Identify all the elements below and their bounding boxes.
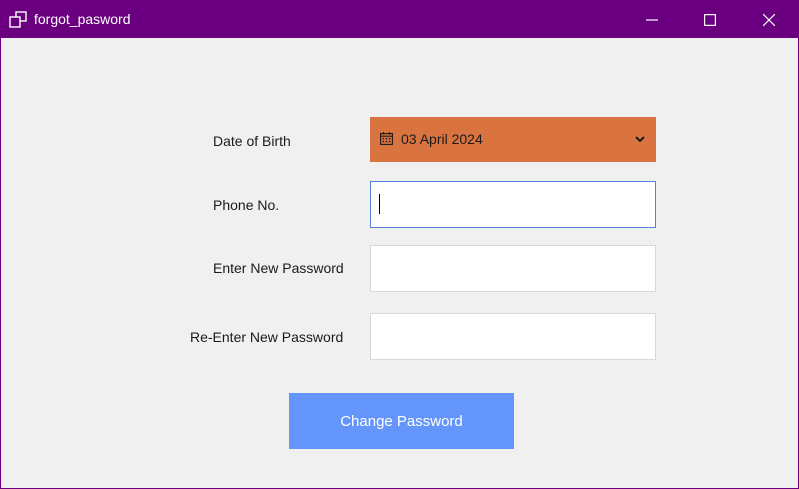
- reenter-password-input[interactable]: [370, 313, 656, 360]
- phone-label: Phone No.: [213, 197, 280, 213]
- new-password-label: Enter New Password: [213, 260, 344, 276]
- change-password-button[interactable]: Change Password: [289, 393, 514, 449]
- minimize-icon: [646, 18, 658, 21]
- close-button[interactable]: [746, 1, 792, 38]
- minimize-button[interactable]: [629, 1, 675, 38]
- chevron-down-icon[interactable]: [634, 134, 646, 144]
- calendar-icon: [380, 132, 393, 145]
- maximize-button[interactable]: [687, 1, 733, 38]
- title-bar[interactable]: forgot_pasword: [1, 1, 798, 38]
- maximize-icon: [704, 13, 716, 26]
- new-password-input[interactable]: [370, 245, 656, 292]
- dob-label: Date of Birth: [213, 133, 291, 149]
- forgot-password-window: forgot_pasword Date of Birth 03 April 20…: [0, 0, 799, 489]
- window-title: forgot_pasword: [34, 11, 131, 27]
- app-window-icon: [9, 11, 27, 28]
- text-caret: [379, 194, 380, 214]
- close-icon: [763, 13, 775, 26]
- reenter-password-label: Re-Enter New Password: [190, 329, 344, 345]
- dob-date-picker[interactable]: 03 April 2024: [370, 117, 656, 162]
- phone-input[interactable]: [370, 181, 656, 228]
- dob-value: 03 April 2024: [401, 131, 483, 147]
- form-area: Date of Birth 03 April 2024 Phone No. En…: [1, 38, 798, 488]
